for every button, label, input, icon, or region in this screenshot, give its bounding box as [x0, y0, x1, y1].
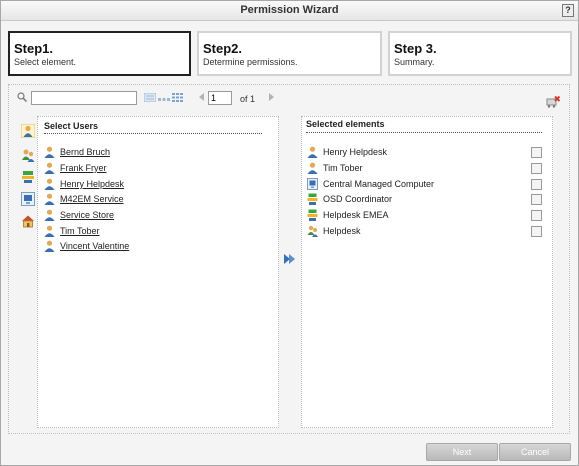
group-type-icon[interactable] — [21, 170, 35, 184]
step-1-subtitle: Select element. — [14, 57, 77, 67]
selected-element-checkbox[interactable] — [531, 210, 542, 221]
move-to-selected-icon[interactable] — [284, 252, 296, 266]
user-name[interactable]: Bernd Bruch — [60, 147, 110, 157]
user-name[interactable]: Frank Fryer — [60, 163, 107, 173]
search-icon — [17, 92, 27, 102]
user-name[interactable]: Henry Helpdesk — [60, 179, 124, 189]
selected-element-label: Tim Tober — [323, 163, 363, 173]
selected-element-checkbox[interactable] — [531, 179, 542, 190]
user-name[interactable]: M42EM Service — [60, 194, 124, 204]
selected-element-row: Tim Tober — [307, 162, 543, 176]
user-icon — [44, 146, 55, 158]
user-type-icon[interactable] — [21, 124, 35, 138]
selected-element-checkbox[interactable] — [531, 226, 542, 237]
role-type-icon[interactable] — [21, 148, 35, 162]
selected-element-label: Helpdesk EMEA — [323, 210, 389, 220]
next-button[interactable]: Next — [426, 443, 498, 461]
selected-elements-title: Selected elements — [306, 119, 385, 129]
group-icon — [307, 193, 318, 205]
user-name[interactable]: Tim Tober — [60, 226, 100, 236]
selected-element-row: Helpdesk — [307, 225, 543, 239]
selected-element-row: OSD Coordinator — [307, 193, 543, 207]
select-users-title: Select Users — [44, 121, 99, 131]
selected-element-row: Central Managed Computer — [307, 178, 543, 192]
window-title: Permission Wizard — [240, 4, 339, 16]
step-3-title: Step 3. — [394, 41, 437, 56]
computer-icon — [307, 178, 318, 190]
help-button[interactable]: ? — [562, 4, 574, 17]
page-number-input[interactable] — [208, 91, 232, 105]
selected-element-label: Central Managed Computer — [323, 179, 435, 189]
user-icon — [44, 240, 55, 252]
user-name[interactable]: Service Store — [60, 210, 114, 220]
step-1-title: Step1. — [14, 41, 54, 56]
divider — [44, 133, 262, 134]
selected-element-label: OSD Coordinator — [323, 194, 393, 204]
step-2-title: Step2. — [203, 41, 243, 56]
selected-element-label: Helpdesk — [323, 226, 361, 236]
step-2-card[interactable]: Step2. Determine permissions. — [197, 31, 382, 76]
selected-element-checkbox[interactable] — [531, 194, 542, 205]
search-input[interactable] — [31, 91, 137, 105]
detail-view-icon[interactable] — [158, 93, 170, 102]
user-icon — [44, 193, 55, 205]
page-count-label: of 1 — [240, 94, 256, 104]
group-icon — [307, 209, 318, 221]
selected-element-row: Henry Helpdesk — [307, 146, 543, 160]
grid-view-icon[interactable] — [172, 93, 183, 102]
selected-element-checkbox[interactable] — [531, 147, 542, 158]
step-2-subtitle: Determine permissions. — [203, 57, 298, 67]
selected-element-row: Helpdesk EMEA — [307, 209, 543, 223]
remove-all-icon[interactable] — [546, 96, 560, 108]
previous-page-icon[interactable] — [199, 93, 204, 101]
divider — [306, 132, 542, 133]
selected-element-label: Henry Helpdesk — [323, 147, 388, 157]
step-3-subtitle: Summary. — [394, 57, 435, 67]
selected-element-checkbox[interactable] — [531, 163, 542, 174]
user-icon — [44, 178, 55, 190]
location-type-icon[interactable] — [21, 214, 35, 228]
title-bar: Permission Wizard ? — [1, 1, 578, 21]
list-view-icon[interactable] — [144, 93, 156, 102]
step-3-card[interactable]: Step 3. Summary. — [388, 31, 572, 76]
step-1-card[interactable]: Step1. Select element. — [8, 31, 191, 76]
role-icon — [307, 225, 318, 237]
user-icon — [44, 225, 55, 237]
next-page-icon[interactable] — [269, 93, 274, 101]
user-name[interactable]: Vincent Valentine — [60, 241, 129, 251]
computer-type-icon[interactable] — [21, 192, 35, 206]
user-icon — [44, 209, 55, 221]
user-icon — [307, 162, 318, 174]
user-icon — [307, 146, 318, 158]
user-icon — [44, 162, 55, 174]
cancel-button[interactable]: Cancel — [499, 443, 571, 461]
